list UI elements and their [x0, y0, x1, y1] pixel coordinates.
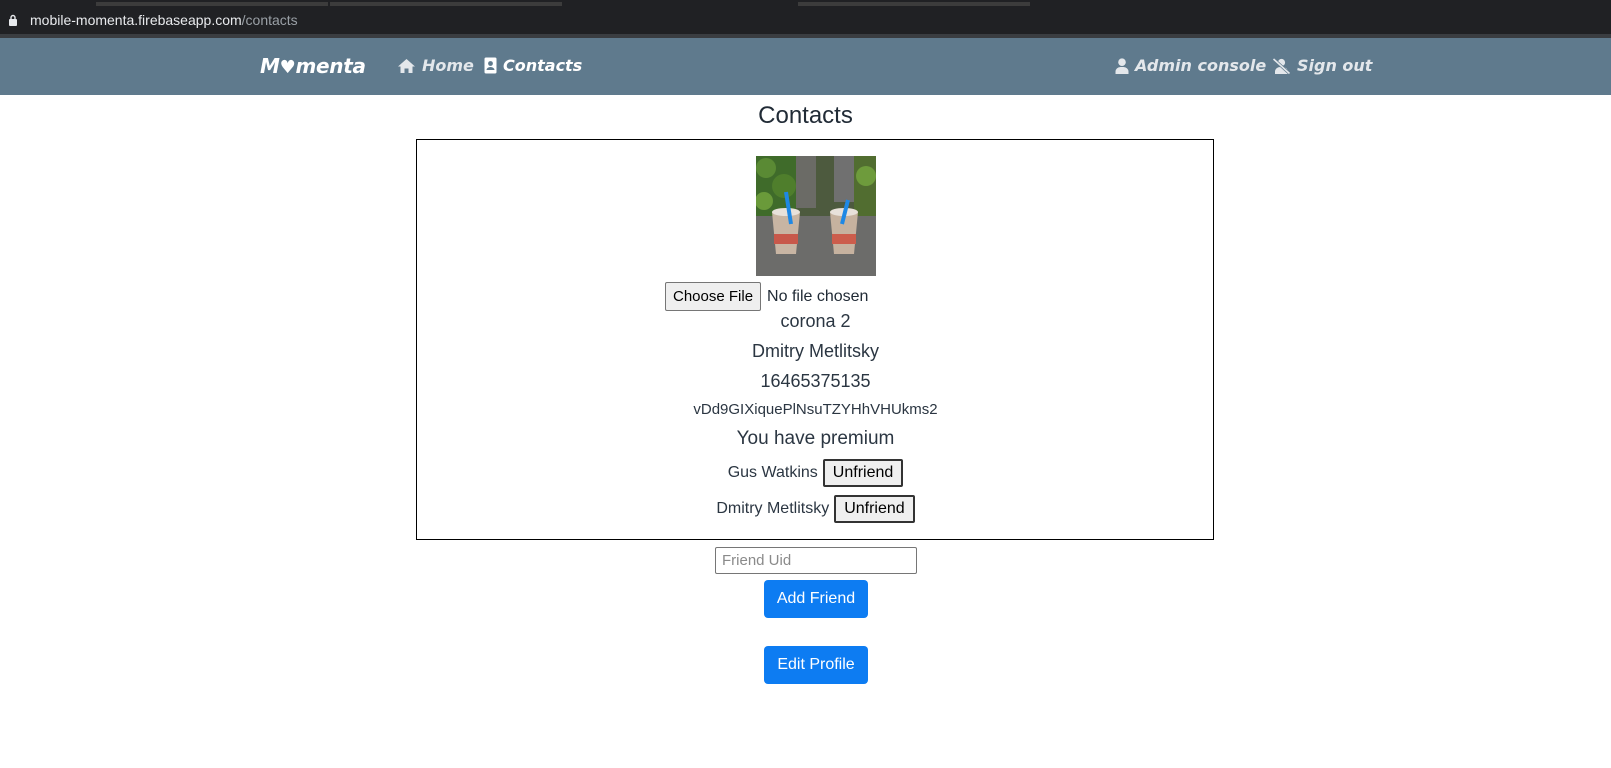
profile-status: corona 2: [780, 311, 851, 331]
profile-phone: 16465375135: [760, 371, 871, 391]
nav-home[interactable]: Home: [397, 56, 474, 75]
friend-name: Gus Watkins: [727, 464, 818, 481]
choose-file-button[interactable]: Choose File: [665, 282, 762, 311]
home-icon: [398, 58, 415, 73]
friend-uid-input[interactable]: [715, 547, 917, 574]
friend-row: Gus Watkins Unfriend: [0, 459, 1611, 487]
url-path: /contacts: [241, 12, 298, 28]
nav-signout-label: Sign out: [1297, 56, 1373, 75]
friend-name: Dmitry Metlitsky: [716, 500, 830, 517]
user-slash-icon: [1272, 57, 1291, 74]
profile-photo-image: [756, 156, 876, 276]
profile-name: Dmitry Metlitsky: [752, 341, 879, 361]
brand-logo[interactable]: M♥menta: [260, 54, 366, 78]
premium-status: You have premium: [736, 428, 895, 449]
profile-uid: vDd9GIXiquePlNsuTZYHhVHUkms2: [693, 401, 938, 418]
contact-card-icon: [484, 57, 497, 74]
friend-row: Dmitry Metlitsky Unfriend: [0, 495, 1611, 523]
heart-icon: ♥: [279, 57, 296, 78]
nav-home-label: Home: [422, 56, 474, 75]
nav-admin-console[interactable]: Admin console: [1115, 56, 1266, 75]
profile-photo: [756, 156, 876, 276]
file-status: No file chosen: [767, 287, 869, 305]
address-bar[interactable]: mobile-momenta.firebaseapp.com/contacts: [0, 6, 1611, 34]
unfriend-button[interactable]: Unfriend: [822, 459, 904, 487]
file-upload-row: Choose File No file chosen: [665, 282, 868, 311]
nav-contacts[interactable]: Contacts: [484, 56, 582, 75]
unfriend-button[interactable]: Unfriend: [834, 495, 915, 523]
page-title: Contacts: [758, 102, 853, 129]
nav-admin-label: Admin console: [1135, 56, 1267, 75]
lock-icon: [9, 14, 17, 26]
nav-contacts-label: Contacts: [503, 56, 583, 75]
url-text[interactable]: mobile-momenta.firebaseapp.com/contacts: [30, 12, 298, 28]
edit-profile-button[interactable]: Edit Profile: [764, 646, 868, 684]
user-icon: [1115, 57, 1129, 74]
brand-suffix: menta: [295, 54, 366, 78]
nav-sign-out[interactable]: Sign out: [1272, 56, 1372, 75]
url-host: mobile-momenta.firebaseapp.com: [30, 12, 242, 28]
brand-prefix: M: [260, 54, 280, 78]
navbar: M♥menta Home Contacts Admin console Sign…: [0, 38, 1611, 95]
add-friend-button[interactable]: Add Friend: [764, 580, 868, 618]
